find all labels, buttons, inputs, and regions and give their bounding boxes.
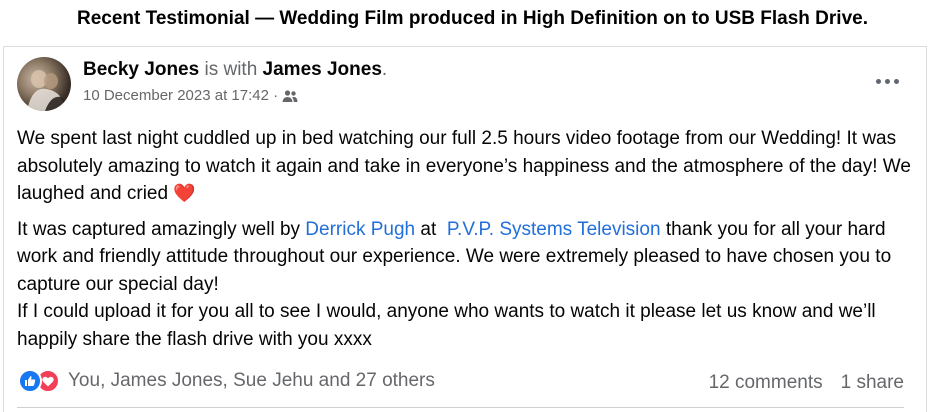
facebook-post-card: Becky Jones is with James Jones. 10 Dece… — [3, 46, 927, 412]
more-dot — [884, 78, 890, 84]
friends-icon — [282, 89, 298, 102]
with-text: is with — [204, 59, 258, 80]
more-dot — [893, 78, 899, 84]
avatar-photo — [27, 70, 67, 111]
post-body: We spent last night cuddled up in bed wa… — [17, 125, 917, 361]
avatar[interactable] — [17, 57, 71, 111]
tagged-name[interactable]: James Jones — [263, 59, 382, 80]
more-horizontal-icon — [875, 78, 881, 84]
post-meta: 10 December 2023 at 17:42 · — [83, 87, 387, 104]
like-icon — [18, 369, 42, 393]
engagement-counts: 12 comments 1 share — [709, 372, 904, 394]
post-paragraph-2: It was captured amazingly well by Derric… — [17, 216, 917, 299]
reactions-summary[interactable]: You, James Jones, Sue Jehu and 27 others — [18, 369, 435, 393]
testimonial-banner: Recent Testimonial — Wedding Film produc… — [76, 8, 868, 29]
author-line: Becky Jones is with James Jones. — [83, 59, 387, 81]
post-paragraph-1: We spent last night cuddled up in bed wa… — [17, 125, 917, 208]
mention-pvp-systems[interactable]: P.V.P. Systems Television — [447, 219, 661, 240]
post-timestamp[interactable]: 10 December 2023 at 17:42 · — [83, 87, 278, 104]
author-name[interactable]: Becky Jones — [83, 59, 199, 80]
shares-count[interactable]: 1 share — [841, 372, 904, 394]
post-paragraph-3: If I could upload it for you all to see … — [17, 301, 876, 350]
post-header: Becky Jones is with James Jones. 10 Dece… — [83, 59, 387, 104]
footer-divider — [17, 407, 904, 408]
paragraph-2-prefix: It was captured amazingly well by — [17, 218, 301, 240]
mention-derrick-pugh[interactable]: Derrick Pugh — [305, 219, 415, 240]
paragraph-2-mid: at — [420, 218, 437, 240]
tagged-suffix: . — [381, 59, 388, 80]
reactors-text[interactable]: You, James Jones, Sue Jehu and 27 others — [68, 370, 435, 392]
comments-count[interactable]: 12 comments — [709, 372, 823, 394]
more-options-button[interactable] — [870, 71, 904, 91]
heart-emoji-icon: ❤️ — [173, 183, 196, 203]
paragraph-1-text: We spent last night cuddled up in bed wa… — [17, 128, 911, 204]
